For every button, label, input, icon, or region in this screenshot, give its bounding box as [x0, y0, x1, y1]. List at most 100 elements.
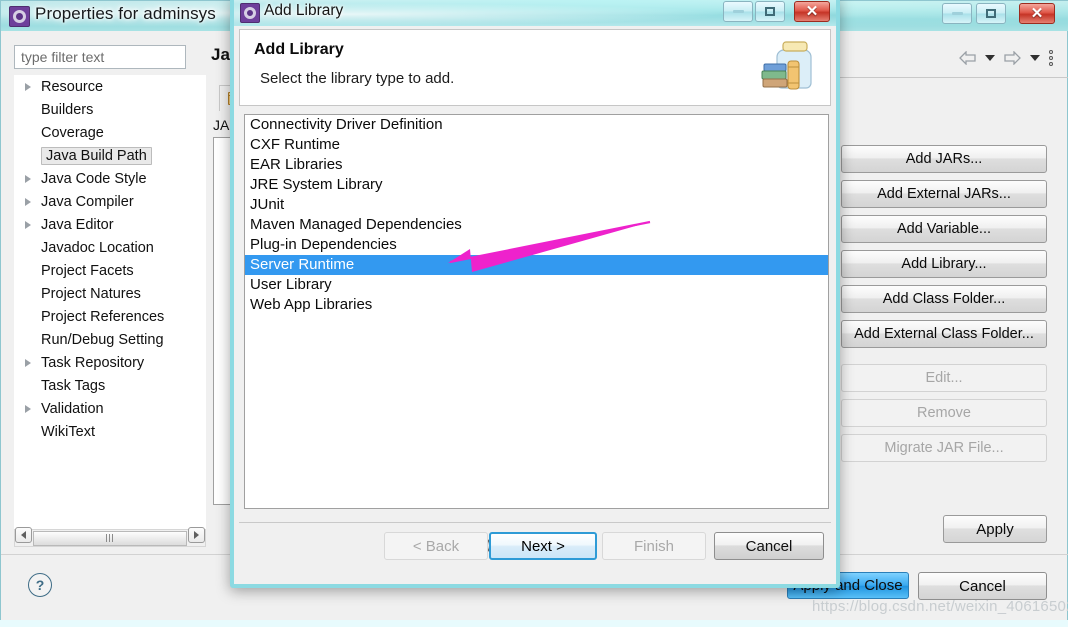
sidebar-item-run-debug-setting[interactable]: Run/Debug Setting: [15, 329, 205, 352]
dialog-minimize-button[interactable]: [723, 1, 753, 22]
add-class-folder-button[interactable]: Add Class Folder...: [841, 285, 1047, 313]
sidebar-item-java-build-path[interactable]: Java Build Path: [15, 145, 205, 168]
eclipse-gear-icon: [9, 6, 30, 27]
migrate-jar-file-button: Migrate JAR File...: [841, 434, 1047, 462]
dialog-close-button[interactable]: ✕: [794, 1, 830, 22]
dialog-cancel-button[interactable]: Cancel: [714, 532, 824, 560]
properties-window-title: Properties for adminsys: [35, 4, 216, 23]
sidebar-item-java-compiler[interactable]: Java Compiler: [15, 191, 205, 214]
add-jars-button[interactable]: Add JARs...: [841, 145, 1047, 173]
help-button[interactable]: ?: [28, 573, 52, 597]
list-item[interactable]: EAR Libraries: [245, 155, 828, 175]
chevron-right-icon[interactable]: [25, 221, 31, 229]
chevron-right-icon[interactable]: [25, 83, 31, 91]
sidebar-item-label: Javadoc Location: [41, 240, 154, 256]
sidebar-item-label: Builders: [41, 102, 94, 118]
dialog-header: Add Library Select the library type to a…: [239, 29, 831, 106]
scroll-left-button[interactable]: [15, 526, 32, 543]
chevron-left-icon: [21, 530, 26, 539]
list-item[interactable]: User Library: [245, 275, 828, 295]
chevron-right-icon: [194, 530, 199, 539]
sidebar-item-label: Validation: [41, 401, 104, 417]
scrollbar-thumb[interactable]: [33, 530, 187, 546]
vertical-dots-icon[interactable]: [1049, 50, 1053, 66]
chevron-right-icon[interactable]: [25, 359, 31, 367]
close-button[interactable]: ✕: [1019, 3, 1055, 24]
edit-button: Edit...: [841, 364, 1047, 392]
sidebar-item-java-editor[interactable]: Java Editor: [15, 214, 205, 237]
add-variable-button[interactable]: Add Variable...: [841, 215, 1047, 243]
chevron-right-icon[interactable]: [25, 175, 31, 183]
sidebar-item-wikitext[interactable]: WikiText: [15, 421, 205, 444]
sidebar-item-task-tags[interactable]: Task Tags: [15, 375, 205, 398]
add-library-dialog: Add Library ✕ Add Library Select the lib…: [230, 0, 840, 588]
sidebar-item-label: Task Tags: [41, 378, 106, 394]
library-jar-with-books-icon: [758, 36, 822, 98]
sidebar-item-label: Java Compiler: [41, 194, 134, 210]
sidebar-item-label: Project References: [41, 309, 165, 325]
chevron-right-icon[interactable]: [25, 405, 31, 413]
sidebar-item-javadoc-location[interactable]: Javadoc Location: [15, 237, 205, 260]
build-path-action-buttons: Add JARs... Add External JARs... Add Varia…: [841, 145, 1047, 469]
dialog-header-title: Add Library: [254, 41, 344, 58]
sidebar-item-label: Java Build Path: [41, 147, 152, 165]
arrow-right-icon[interactable]: [1004, 51, 1021, 65]
list-item[interactable]: Server Runtime: [245, 255, 828, 275]
add-external-jars-button[interactable]: Add External JARs...: [841, 180, 1047, 208]
list-item[interactable]: Maven Managed Dependencies: [245, 215, 828, 235]
sidebar-item-task-repository[interactable]: Task Repository: [15, 352, 205, 375]
sidebar-item-label: Java Editor: [41, 217, 114, 233]
settings-tree[interactable]: Resource Builders Coverage Java Build Path J…: [14, 75, 206, 530]
sidebar-item-project-natures[interactable]: Project Natures: [15, 283, 205, 306]
chevron-right-icon[interactable]: [25, 198, 31, 206]
list-item[interactable]: Connectivity Driver Definition: [245, 115, 828, 135]
grip-icon: [105, 534, 115, 542]
sidebar-item-label: Coverage: [41, 125, 104, 141]
sidebar-item-label: Resource: [41, 79, 104, 95]
sidebar-item-coverage[interactable]: Coverage: [15, 122, 205, 145]
maximize-button[interactable]: [976, 3, 1006, 24]
finish-button[interactable]: Finish: [602, 532, 706, 560]
dialog-titlebar[interactable]: Add Library ✕: [234, 0, 836, 26]
next-button[interactable]: Next >: [489, 532, 597, 560]
sidebar-item-project-references[interactable]: Project References: [15, 306, 205, 329]
dialog-maximize-button[interactable]: [755, 1, 785, 22]
sidebar-item-label: Task Repository: [41, 355, 145, 371]
sidebar-item-label: Run/Debug Setting: [41, 332, 164, 348]
close-icon: ✕: [805, 3, 819, 20]
close-icon: ✕: [1030, 5, 1044, 22]
scroll-right-button[interactable]: [188, 526, 205, 543]
sidebar-item-validation[interactable]: Validation: [15, 398, 205, 421]
minimize-button[interactable]: [942, 3, 972, 24]
navigation-toolbar[interactable]: [903, 45, 1053, 71]
apply-row: Apply: [841, 515, 1047, 547]
properties-cancel-button[interactable]: Cancel: [918, 572, 1047, 600]
list-item[interactable]: JRE System Library: [245, 175, 828, 195]
add-library-button[interactable]: Add Library...: [841, 250, 1047, 278]
dialog-button-separator: [239, 522, 831, 523]
dialog-header-subtitle: Select the library type to add.: [260, 70, 455, 87]
sidebar-item-label: Project Facets: [41, 263, 134, 279]
apply-button[interactable]: Apply: [943, 515, 1047, 543]
back-button[interactable]: < Back: [384, 532, 488, 560]
sidebar-item-label: Project Natures: [41, 286, 141, 302]
back-history-dropdown-icon[interactable]: [985, 55, 995, 61]
list-item[interactable]: CXF Runtime: [245, 135, 828, 155]
dialog-title: Add Library: [264, 2, 344, 19]
sidebar-item-builders[interactable]: Builders: [15, 99, 205, 122]
filter-input[interactable]: type filter text: [14, 45, 186, 69]
sidebar-item-project-facets[interactable]: Project Facets: [15, 260, 205, 283]
sidebar-item-resource[interactable]: Resource: [15, 76, 205, 99]
sidebar-item-java-code-style[interactable]: Java Code Style: [15, 168, 205, 191]
add-external-class-folder-button[interactable]: Add External Class Folder...: [841, 320, 1047, 348]
jars-list-label: JA: [213, 117, 230, 133]
library-type-list[interactable]: Connectivity Driver Definition CXF Runtim…: [244, 114, 829, 509]
list-item[interactable]: Plug-in Dependencies: [245, 235, 828, 255]
arrow-left-icon[interactable]: [959, 51, 976, 65]
sidebar-item-label: Java Code Style: [41, 171, 147, 187]
list-item[interactable]: Web App Libraries: [245, 295, 828, 315]
remove-button: Remove: [841, 399, 1047, 427]
forward-history-dropdown-icon[interactable]: [1030, 55, 1040, 61]
list-item[interactable]: JUnit: [245, 195, 828, 215]
tree-horizontal-scrollbar[interactable]: [14, 526, 206, 547]
